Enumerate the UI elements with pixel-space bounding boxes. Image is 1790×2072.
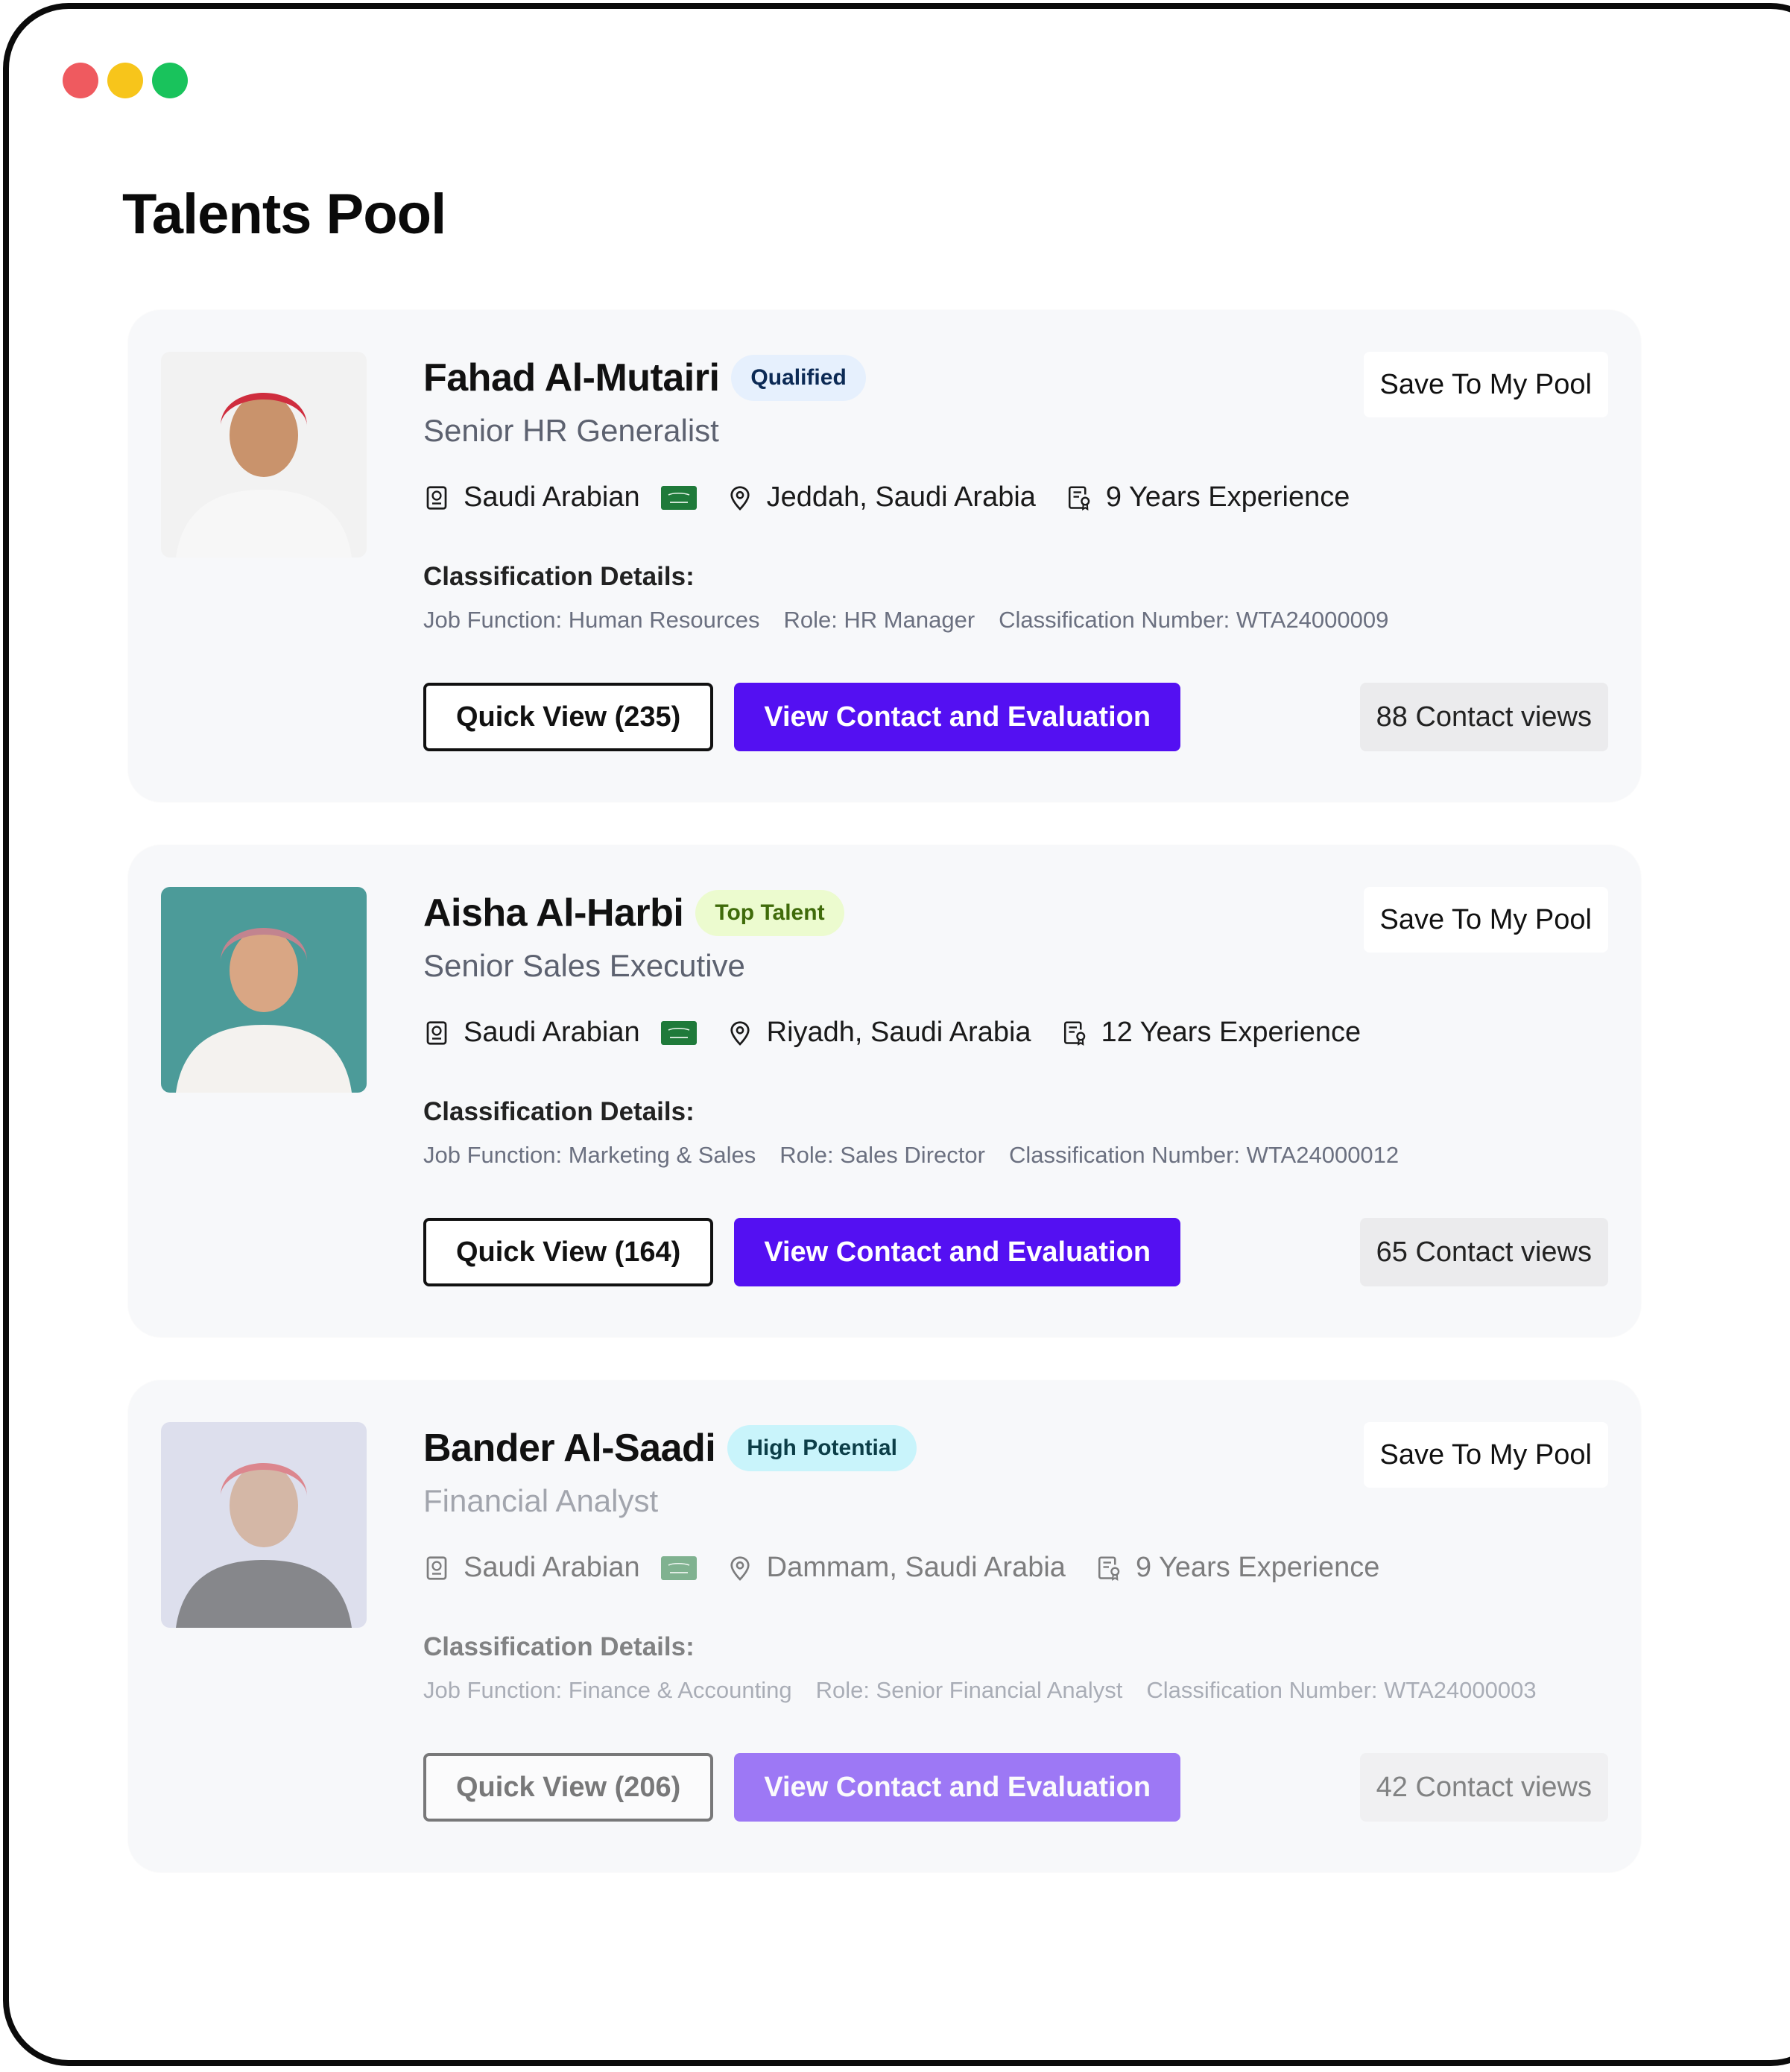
nationality: Saudi Arabian: [423, 1017, 697, 1049]
name-row: Fahad Al-Mutairi Qualified: [423, 355, 866, 401]
job-function: Job Function: Human Resources: [423, 607, 760, 633]
candidate-photo: [161, 1422, 367, 1628]
contact-views-count: 88 Contact views: [1359, 683, 1608, 751]
avatar: [161, 352, 367, 558]
location-text: Dammam, Saudi Arabia: [766, 1552, 1066, 1583]
app-window: Talents Pool Fahad Al-Mutairi Qualified …: [3, 3, 1790, 2066]
classification-heading: Classification Details:: [423, 562, 695, 591]
nationality-text: Saudi Arabian: [464, 481, 640, 513]
avatar: [161, 887, 367, 1093]
saudi-flag-icon: [660, 1020, 697, 1045]
status-badge: High Potential: [727, 1425, 917, 1471]
name-row: Aisha Al-Harbi Top Talent: [423, 890, 844, 936]
card-actions: Quick View (235) View Contact and Evalua…: [423, 683, 1181, 751]
experience: 9 Years Experience: [1066, 481, 1350, 514]
candidate-card: Fahad Al-Mutairi Qualified Senior HR Gen…: [128, 310, 1641, 802]
job-function: Job Function: Finance & Accounting: [423, 1677, 792, 1703]
page-title: Talents Pool: [122, 183, 446, 246]
contact-views-count: 65 Contact views: [1359, 1218, 1608, 1286]
experience-text: 9 Years Experience: [1135, 1552, 1380, 1583]
nationality-text: Saudi Arabian: [464, 1552, 640, 1583]
location: Dammam, Saudi Arabia: [727, 1552, 1066, 1584]
location-text: Jeddah, Saudi Arabia: [766, 481, 1036, 513]
passport-icon: [426, 1020, 447, 1045]
nationality: Saudi Arabian: [423, 1552, 697, 1584]
location-pin-icon: [730, 1020, 750, 1046]
view-contact-evaluation-button[interactable]: View Contact and Evaluation: [734, 1218, 1181, 1286]
certificate-icon: [1063, 1020, 1085, 1046]
save-to-pool-button[interactable]: Save To My Pool: [1363, 352, 1608, 417]
save-to-pool-button[interactable]: Save To My Pool: [1363, 887, 1608, 953]
location-pin-icon: [730, 485, 750, 511]
passport-icon: [426, 1555, 447, 1580]
location: Jeddah, Saudi Arabia: [727, 481, 1036, 514]
candidate-card: Aisha Al-Harbi Top Talent Senior Sales E…: [128, 845, 1641, 1337]
experience: 12 Years Experience: [1061, 1017, 1362, 1049]
experience: 9 Years Experience: [1095, 1552, 1379, 1584]
save-to-pool-button[interactable]: Save To My Pool: [1363, 1422, 1608, 1488]
quick-view-button[interactable]: Quick View (164): [423, 1218, 714, 1286]
candidate-photo: [161, 352, 367, 558]
classification-number: Classification Number: WTA24000012: [1008, 1142, 1400, 1168]
location: Riyadh, Saudi Arabia: [727, 1017, 1031, 1049]
classification-details: Job Function: Finance & Accounting Role:…: [423, 1677, 1537, 1704]
experience-text: 12 Years Experience: [1101, 1017, 1362, 1048]
nationality: Saudi Arabian: [423, 481, 697, 514]
maximize-window-button[interactable]: [152, 63, 188, 98]
role: Role: Sales Director: [779, 1142, 985, 1168]
experience-text: 9 Years Experience: [1105, 481, 1350, 513]
role: Role: Senior Financial Analyst: [815, 1677, 1123, 1703]
role: Role: HR Manager: [783, 607, 975, 633]
minimize-window-button[interactable]: [107, 63, 143, 98]
candidate-title: Financial Analyst: [423, 1483, 659, 1518]
candidate-meta: Saudi Arabian Dammam, Saudi Arabia 9 Yea…: [423, 1552, 1379, 1584]
location-pin-icon: [730, 1555, 750, 1581]
view-contact-evaluation-button[interactable]: View Contact and Evaluation: [734, 1753, 1181, 1822]
certificate-icon: [1098, 1555, 1120, 1581]
classification-details: Job Function: Marketing & Sales Role: Sa…: [423, 1142, 1399, 1169]
classification-heading: Classification Details:: [423, 1097, 695, 1126]
card-actions: Quick View (206) View Contact and Evalua…: [423, 1753, 1181, 1822]
candidate-name: Bander Al-Saadi: [423, 1427, 716, 1470]
saudi-flag-icon: [660, 485, 697, 510]
avatar: [161, 1422, 367, 1628]
candidate-meta: Saudi Arabian Riyadh, Saudi Arabia 12 Ye…: [423, 1017, 1361, 1049]
passport-icon: [426, 485, 447, 510]
candidate-card: Bander Al-Saadi High Potential Financial…: [128, 1380, 1641, 1872]
view-contact-evaluation-button[interactable]: View Contact and Evaluation: [734, 683, 1181, 751]
quick-view-button[interactable]: Quick View (235): [423, 683, 714, 751]
classification-number: Classification Number: WTA24000003: [1146, 1677, 1537, 1703]
window-controls: [63, 63, 188, 98]
status-badge: Top Talent: [695, 890, 844, 936]
candidate-name: Fahad Al-Mutairi: [423, 356, 720, 399]
candidate-title: Senior Sales Executive: [423, 948, 745, 983]
nationality-text: Saudi Arabian: [464, 1017, 640, 1048]
candidate-title: Senior HR Generalist: [423, 413, 719, 448]
classification-number: Classification Number: WTA24000009: [999, 607, 1389, 633]
status-badge: Qualified: [731, 355, 866, 401]
job-function: Job Function: Marketing & Sales: [423, 1142, 756, 1168]
classification-heading: Classification Details:: [423, 1632, 695, 1661]
saudi-flag-icon: [660, 1555, 697, 1580]
card-actions: Quick View (164) View Contact and Evalua…: [423, 1218, 1181, 1286]
quick-view-button[interactable]: Quick View (206): [423, 1753, 714, 1822]
name-row: Bander Al-Saadi High Potential: [423, 1425, 917, 1471]
classification-details: Job Function: Human Resources Role: HR M…: [423, 607, 1388, 634]
candidate-name: Aisha Al-Harbi: [423, 891, 684, 935]
candidate-meta: Saudi Arabian Jeddah, Saudi Arabia 9 Yea…: [423, 481, 1350, 514]
candidate-photo: [161, 887, 367, 1093]
certificate-icon: [1068, 485, 1090, 511]
location-text: Riyadh, Saudi Arabia: [766, 1017, 1031, 1048]
contact-views-count: 42 Contact views: [1359, 1753, 1608, 1822]
close-window-button[interactable]: [63, 63, 98, 98]
